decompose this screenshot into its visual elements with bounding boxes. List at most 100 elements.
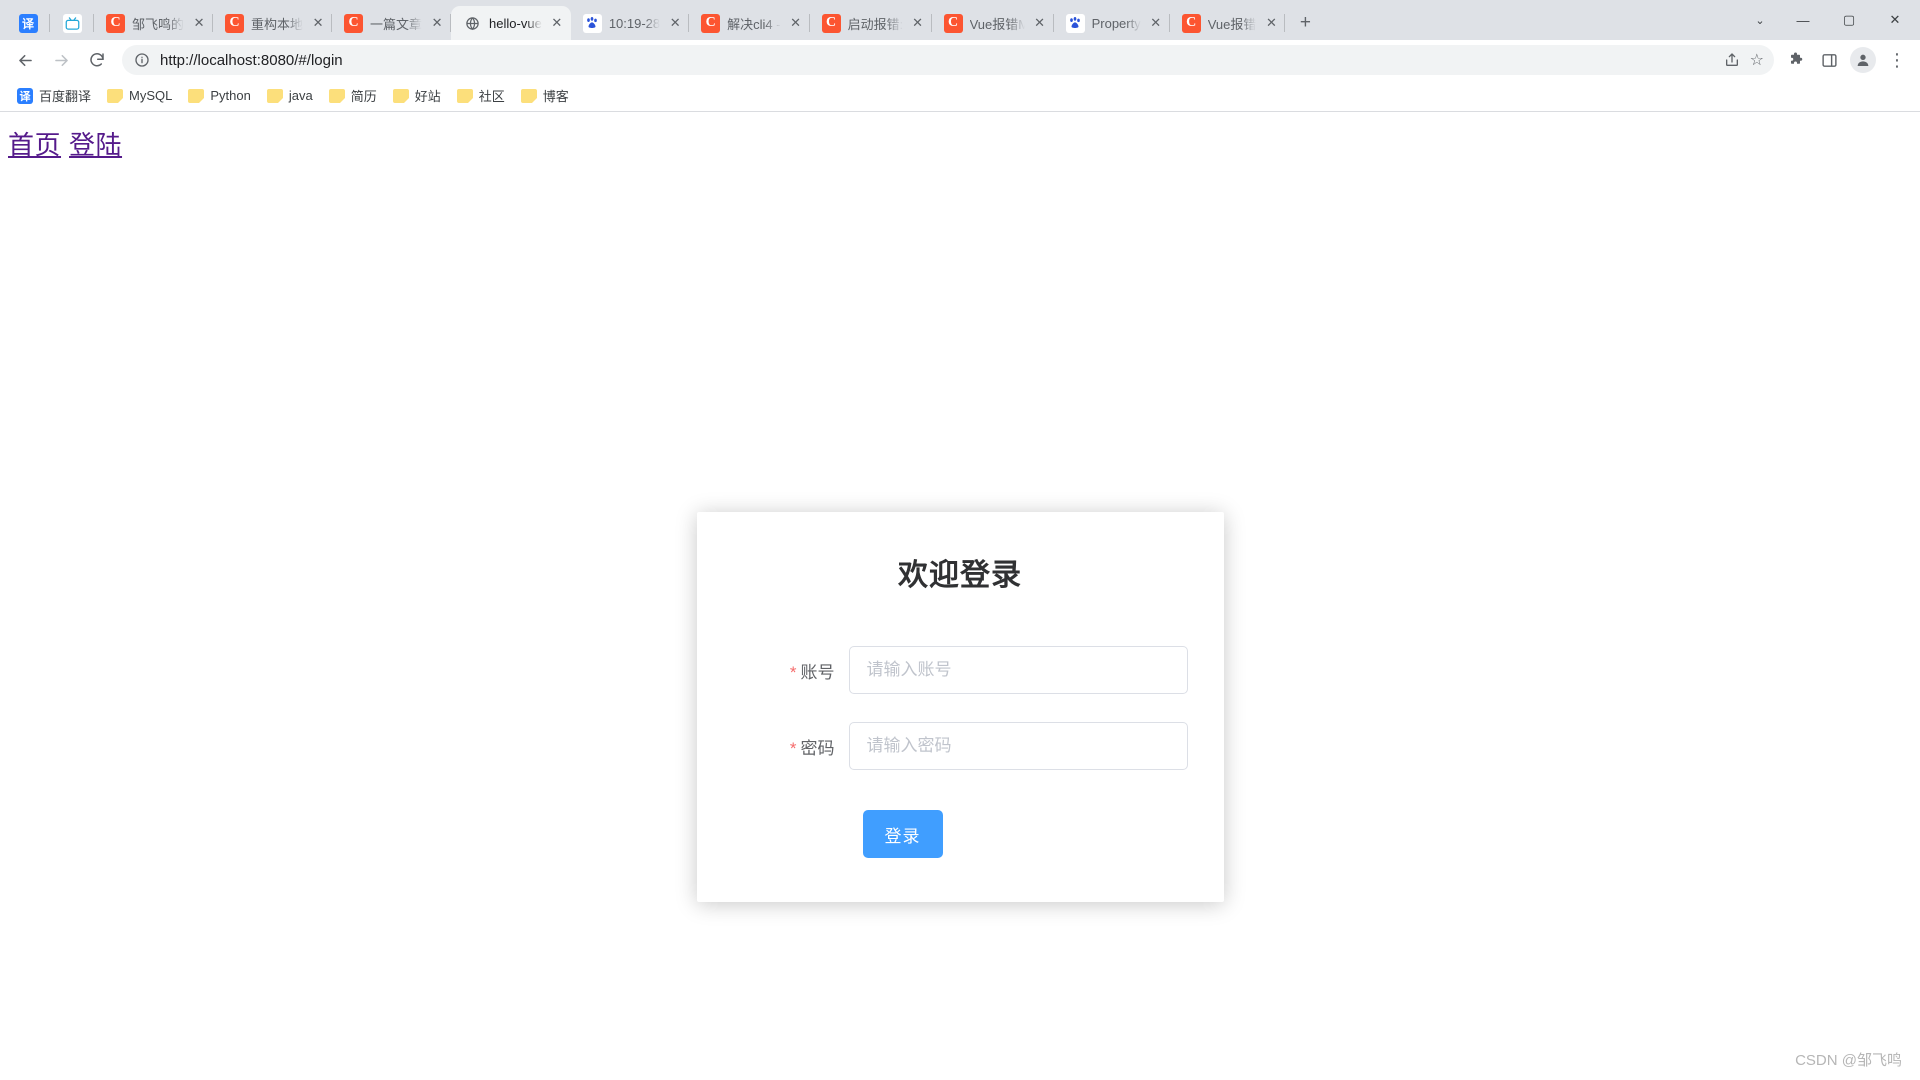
form-row-username: * 账号	[697, 646, 1224, 694]
pinned-tab-translate[interactable]: 译	[6, 6, 50, 40]
browser-tab[interactable]: C 解决cli4 - ✕	[689, 6, 811, 40]
password-label: * 密码	[757, 734, 849, 759]
browser-menu-button[interactable]: ⋮	[1882, 45, 1912, 75]
bookmark-label: java	[288, 88, 313, 103]
tab-title: 启动报错:	[847, 16, 903, 32]
bookmark-label: MySQL	[129, 88, 173, 103]
folder-icon	[328, 88, 345, 103]
tab-close-icon[interactable]: ✕	[1032, 15, 1048, 31]
browser-tab[interactable]: C Vue报错M ✕	[932, 6, 1054, 40]
page-nav-link-1[interactable]: 登陆	[69, 130, 122, 160]
tab-close-icon[interactable]: ✕	[910, 15, 926, 31]
bookmark-label: Python	[210, 88, 251, 103]
browser-window: 译 C 邹飞鸣的 ✕ C 重构本地 ✕ C 一篇文章 ✕ hello-vue ✕ 10:19-28 ✕ C…	[0, 0, 1920, 1080]
folder-icon	[392, 88, 409, 103]
profile-avatar[interactable]	[1850, 47, 1876, 73]
address-bar[interactable]: http://localhost:8080/#/login ☆	[122, 45, 1774, 75]
tab-close-icon[interactable]: ✕	[310, 15, 326, 31]
forward-button[interactable]	[44, 43, 78, 77]
bookmark-item[interactable]: 译百度翻译	[10, 82, 98, 109]
info-circle-icon[interactable]	[134, 52, 150, 68]
tab-title: 邹飞鸣的	[132, 16, 185, 32]
tab-title: hello-vue	[489, 15, 542, 31]
bookmark-item[interactable]: 简历	[322, 82, 384, 109]
minimize-button[interactable]: —	[1780, 0, 1826, 40]
bookmark-item[interactable]: Python	[181, 84, 257, 107]
csdn-icon: C	[821, 13, 841, 33]
tab-close-icon[interactable]: ✕	[429, 15, 445, 31]
side-panel-icon[interactable]	[1814, 45, 1844, 75]
bookmark-label: 百度翻译	[39, 89, 92, 104]
tab-search-button[interactable]: ⌄	[1740, 0, 1780, 40]
tab-close-icon[interactable]: ✕	[191, 15, 207, 31]
tab-strip: 译 C 邹飞鸣的 ✕ C 重构本地 ✕ C 一篇文章 ✕ hello-vue ✕ 10:19-28 ✕ C…	[0, 0, 1920, 40]
csdn-icon: C	[225, 13, 245, 33]
tab-title: 重构本地	[251, 16, 304, 32]
browser-tab[interactable]: C 重构本地 ✕	[213, 6, 333, 40]
folder-icon	[520, 88, 537, 103]
folder-icon	[188, 88, 205, 103]
bookmark-item[interactable]: java	[260, 84, 320, 107]
form-row-password: * 密码	[697, 722, 1224, 770]
bookmark-label: 社区	[478, 89, 505, 104]
bookmark-label: 博客	[542, 89, 569, 104]
folder-icon	[107, 88, 124, 103]
tab-title: Property	[1091, 15, 1141, 31]
url-text: http://localhost:8080/#/login	[160, 51, 343, 69]
browser-toolbar: http://localhost:8080/#/login ☆ ⋮	[0, 40, 1920, 80]
login-card: 欢迎登录 *账号 *密码 登录	[696, 512, 1224, 902]
watermark: CSDN @邹飞鸣	[1795, 1052, 1902, 1069]
tab-close-icon[interactable]: ✕	[549, 15, 565, 31]
close-window-button[interactable]: ✕	[1872, 0, 1918, 40]
bookmark-item[interactable]: 社区	[450, 82, 512, 109]
tab-title: 10:19-28	[608, 15, 661, 31]
folder-icon	[266, 88, 283, 103]
translate-icon: 译	[18, 13, 38, 33]
bookmark-item[interactable]: MySQL	[100, 84, 179, 107]
tab-close-icon[interactable]: ✕	[1263, 15, 1279, 31]
tab-title: Vue报错M	[969, 16, 1025, 32]
login-submit-button[interactable]: 登录	[862, 810, 943, 858]
bookmark-star-icon[interactable]: ☆	[1750, 50, 1764, 70]
tab-list: C 邹飞鸣的 ✕ C 重构本地 ✕ C 一篇文章 ✕ hello-vue ✕ 10:19-28 ✕ C 解决…	[94, 6, 1286, 40]
maximize-button[interactable]: ▢	[1826, 0, 1872, 40]
globe-icon	[463, 14, 482, 33]
page-nav: 首页 登陆	[0, 112, 1920, 162]
puzzle-icon[interactable]	[1782, 45, 1812, 75]
folder-icon	[456, 88, 473, 103]
baidu-icon	[1065, 13, 1085, 33]
browser-tab[interactable]: C 邹飞鸣的 ✕	[94, 6, 214, 40]
bookmark-item[interactable]: 博客	[514, 82, 576, 109]
tab-close-icon[interactable]: ✕	[667, 15, 683, 31]
pinned-tab-bilibili[interactable]	[50, 6, 94, 40]
page-nav-link-0[interactable]: 首页	[8, 130, 61, 160]
browser-tab[interactable]: C Vue报错 ✕	[1170, 6, 1286, 40]
browser-tab[interactable]: 10:19-28 ✕	[571, 6, 690, 40]
browser-tab[interactable]: C 启动报错: ✕	[810, 6, 932, 40]
browser-tab[interactable]: Property ✕	[1054, 6, 1170, 40]
username-input[interactable]	[848, 646, 1188, 694]
password-label-text: 密码	[800, 738, 835, 758]
browser-tab-active[interactable]: hello-vue ✕	[451, 6, 571, 40]
back-button[interactable]	[8, 43, 42, 77]
csdn-icon: C	[1181, 13, 1201, 33]
csdn-icon: C	[344, 13, 364, 33]
csdn-icon: C	[701, 13, 721, 33]
bookmark-item[interactable]: 好站	[386, 82, 448, 109]
bookmarks-bar: 译百度翻译 MySQL Python java 简历 好站 社区 博客	[0, 80, 1920, 112]
tab-title: 一篇文章	[370, 16, 423, 32]
share-icon[interactable]	[1724, 52, 1740, 68]
page-viewport: 首页登陆 欢迎登录 *账号 *密码 登录	[0, 112, 1920, 1080]
password-input[interactable]	[848, 722, 1188, 770]
csdn-icon: C	[943, 13, 963, 33]
username-label: * 账号	[757, 658, 849, 683]
login-section: 欢迎登录 *账号 *密码 登录	[0, 512, 1920, 902]
browser-tab[interactable]: C 一篇文章 ✕	[332, 6, 452, 40]
reload-button[interactable]	[80, 43, 114, 77]
page-title: 欢迎登录	[898, 559, 1022, 592]
new-tab-button[interactable]: +	[1291, 9, 1319, 37]
bookmark-label: 好站	[414, 89, 441, 104]
csdn-icon: C	[106, 13, 125, 33]
tab-close-icon[interactable]: ✕	[788, 15, 804, 31]
tab-close-icon[interactable]: ✕	[1148, 15, 1164, 31]
